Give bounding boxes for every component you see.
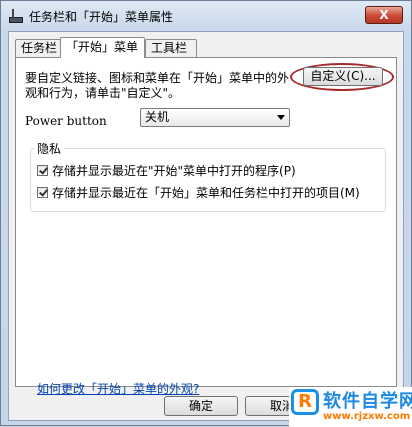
watermark-name: 软件自学网 xyxy=(323,391,412,412)
window-title: 任务栏和「开始」菜单属性 xyxy=(29,10,174,24)
power-button-select[interactable]: 关机 xyxy=(140,108,290,127)
watermark: R 软件自学网 www.rjzxw.com xyxy=(289,387,412,427)
dialog-body: 任务栏 「开始」菜单 工具栏 要自定义链接、图标和菜单在「开始」菜单中的外观和行… xyxy=(8,31,404,421)
start-menu-panel: 要自定义链接、图标和菜单在「开始」菜单中的外观和行为，请单击"自定义"。 自定义… xyxy=(15,57,397,396)
power-button-label: Power button xyxy=(25,114,107,128)
close-button[interactable]: X xyxy=(365,6,403,24)
chevron-down-icon[interactable] xyxy=(277,115,285,120)
ok-button[interactable]: 确定 xyxy=(164,396,238,416)
watermark-logo-icon: R xyxy=(291,389,319,415)
taskbar-icon xyxy=(9,9,23,23)
recent-programs-checkbox[interactable] xyxy=(37,164,48,176)
recent-items-label[interactable]: 存储并显示最近在「开始」菜单和任务栏中打开的项目(M) xyxy=(52,184,360,201)
properties-dialog: 任务栏和「开始」菜单属性 X 任务栏 「开始」菜单 工具栏 要自定义链接、图标和… xyxy=(0,0,412,427)
privacy-group-label: 隐私 xyxy=(34,140,65,157)
recent-programs-checkbox-row[interactable]: 存储并显示最近在"开始"菜单中打开的程序(P) xyxy=(37,162,296,179)
tab-start-menu[interactable]: 「开始」菜单 xyxy=(60,37,145,58)
customize-description: 要自定义链接、图标和菜单在「开始」菜单中的外观和行为，请单击"自定义"。 xyxy=(25,71,290,100)
watermark-url: www.rjzxw.com xyxy=(323,411,411,422)
power-button-value: 关机 xyxy=(145,110,170,124)
privacy-group: 隐私 存储并显示最近在"开始"菜单中打开的程序(P) 存储并显示最近在「开始」菜… xyxy=(30,140,386,212)
tab-toolbars[interactable]: 工具栏 xyxy=(145,39,197,57)
title-bar[interactable]: 任务栏和「开始」菜单属性 X xyxy=(1,1,411,31)
recent-programs-label[interactable]: 存储并显示最近在"开始"菜单中打开的程序(P) xyxy=(52,162,296,179)
customize-button[interactable]: 自定义(C)... xyxy=(303,67,383,86)
recent-items-checkbox[interactable] xyxy=(37,186,48,198)
tab-taskbar[interactable]: 任务栏 xyxy=(15,39,61,57)
recent-items-checkbox-row[interactable]: 存储并显示最近在「开始」菜单和任务栏中打开的项目(M) xyxy=(37,184,360,201)
help-link[interactable]: 如何更改「开始」菜单的外观? xyxy=(37,380,199,397)
